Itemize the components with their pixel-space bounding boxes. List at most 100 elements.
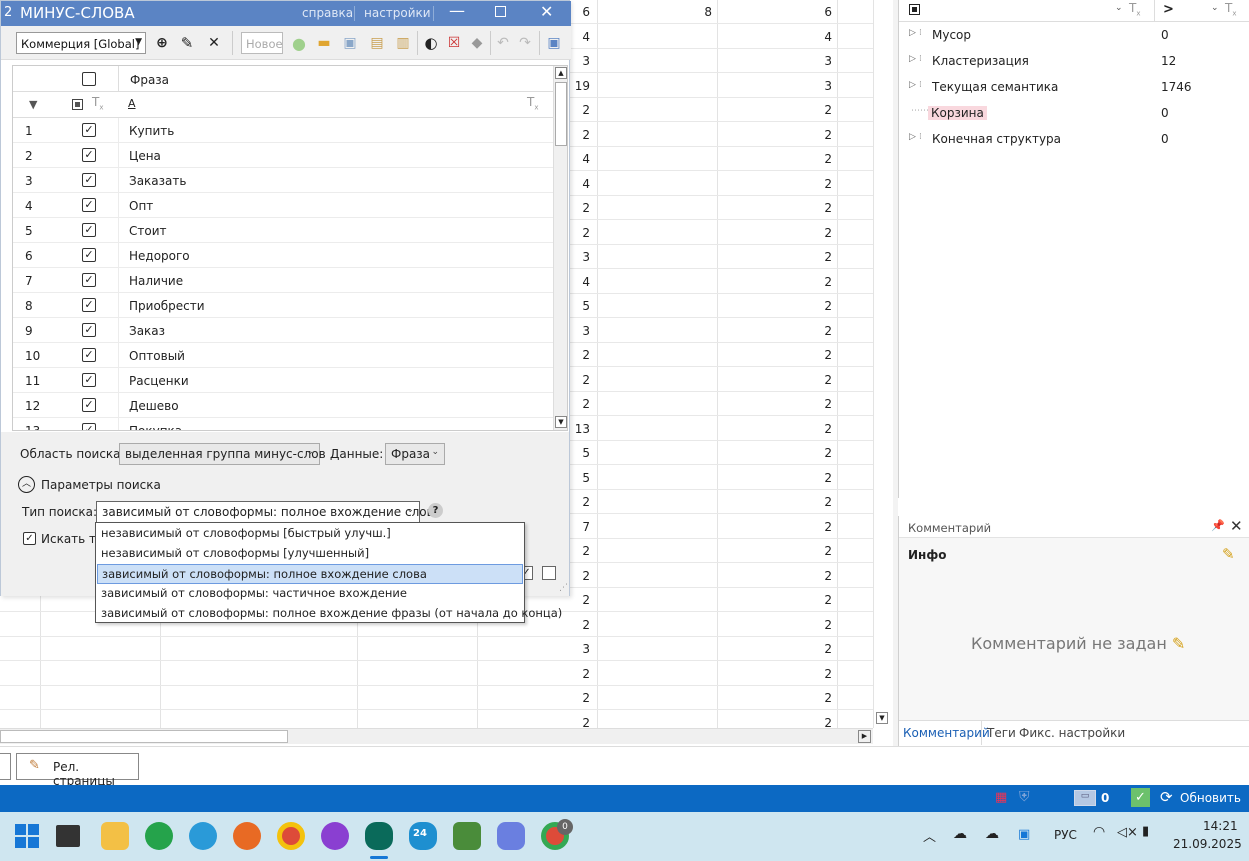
- dropdown-option[interactable]: независимый от словоформы [улучшенный]: [97, 544, 523, 564]
- list-item[interactable]: 13 ✓ Покупка: [13, 418, 553, 430]
- row-checkbox[interactable]: ✓: [82, 423, 96, 430]
- search-type-select[interactable]: зависимый от словоформы: полное вхождени…: [96, 501, 441, 523]
- save-icon[interactable]: ▣: [341, 34, 359, 52]
- grid-vscroll[interactable]: ▲ ▼: [553, 66, 567, 430]
- refresh-button[interactable]: Обновить: [1180, 791, 1241, 805]
- help-icon[interactable]: ?: [428, 503, 443, 518]
- main-table-vscroll[interactable]: ▼: [873, 0, 890, 728]
- row-checkbox[interactable]: ✓: [82, 373, 96, 387]
- resize-grip-icon[interactable]: ⋰: [559, 583, 568, 593]
- group-tree-item[interactable]: ▷ ⁞ Кластеризация 12: [899, 49, 1249, 75]
- text-filter-icon[interactable]: A: [128, 97, 136, 110]
- list-item[interactable]: 2 ✓ Цена: [13, 143, 553, 168]
- undo-icon[interactable]: ↶: [494, 34, 512, 52]
- settings-link[interactable]: настройки: [364, 6, 431, 20]
- clear-filter-icon[interactable]: Tx: [527, 95, 539, 111]
- tab-tags[interactable]: Теги: [987, 726, 1016, 740]
- check-icon[interactable]: ✓: [1131, 788, 1150, 807]
- preset-select[interactable]: Коммерция [Global] ▼: [16, 32, 146, 54]
- battery-icon[interactable]: ▮: [1142, 824, 1149, 839]
- search-area-select[interactable]: выделенная группа минус-слов ⌄: [119, 443, 326, 465]
- expand-arrow-icon[interactable]: ▷: [909, 80, 916, 90]
- list-item[interactable]: 5 ✓ Стоит: [13, 218, 553, 243]
- row-checkbox[interactable]: ✓: [82, 348, 96, 362]
- table-row[interactable]: 22: [0, 686, 873, 710]
- params-label[interactable]: Параметры поиска: [41, 478, 161, 492]
- header-checkbox[interactable]: [82, 72, 96, 86]
- dropdown-option[interactable]: зависимый от словоформы: частичное вхожд…: [97, 584, 523, 604]
- clear-filter-icon[interactable]: Tx: [1129, 1, 1141, 17]
- chrome-icon[interactable]: [277, 822, 305, 850]
- edit-icon[interactable]: ✎: [178, 34, 196, 52]
- filter-operator[interactable]: >: [1163, 2, 1174, 17]
- edit-comment-icon[interactable]: ✎: [1222, 545, 1235, 563]
- clear-filter-icon[interactable]: Tx: [1225, 1, 1237, 17]
- delete-icon[interactable]: ✕: [205, 34, 223, 52]
- chevron-down-icon[interactable]: ⌄: [1211, 3, 1219, 13]
- row-checkbox[interactable]: ✓: [82, 123, 96, 137]
- list-item[interactable]: 9 ✓ Заказ: [13, 318, 553, 343]
- tab-comment[interactable]: Комментарий: [899, 721, 990, 745]
- tab-rel-pages[interactable]: ✎ Рел. страницы: [16, 753, 139, 788]
- group-tree-item[interactable]: ⋯⋯ Корзина 0: [899, 101, 1249, 127]
- row-checkbox[interactable]: ✓: [82, 198, 96, 212]
- pin-icon[interactable]: 📌: [1211, 519, 1225, 532]
- option-checkbox-2[interactable]: [542, 566, 556, 580]
- windows-start-icon[interactable]: [15, 824, 39, 848]
- row-checkbox[interactable]: ✓: [82, 173, 96, 187]
- volume-icon[interactable]: ◁×: [1117, 825, 1138, 840]
- chevron-down-icon[interactable]: ⌄: [1115, 3, 1123, 13]
- list-item[interactable]: 3 ✓ Заказать: [13, 168, 553, 193]
- cloud-sync-icon[interactable]: ☁: [985, 826, 999, 842]
- image-icon[interactable]: ▭: [1074, 790, 1096, 806]
- panel-toggle-icon[interactable]: ▣: [545, 34, 563, 52]
- folder-open-icon[interactable]: ▬: [315, 34, 333, 52]
- add-circle-icon[interactable]: ⊕: [153, 34, 171, 52]
- trash-icon[interactable]: ▦: [995, 790, 1007, 805]
- list-item[interactable]: 1 ✓ Купить: [13, 118, 553, 143]
- shield-icon[interactable]: ⛨: [1019, 789, 1030, 805]
- group-tree-item[interactable]: ▷ ⁞ Текущая семантика 1746: [899, 75, 1249, 101]
- paste-icon[interactable]: ▤: [368, 34, 386, 52]
- row-checkbox[interactable]: ✓: [82, 323, 96, 337]
- group-tree-item[interactable]: ▷ ⁞ Конечная структура 0: [899, 127, 1249, 153]
- row-checkbox[interactable]: ✓: [82, 223, 96, 237]
- onedrive-icon[interactable]: ☁: [953, 826, 967, 842]
- help-link[interactable]: справка: [302, 6, 353, 20]
- add-green-icon[interactable]: ●: [290, 34, 308, 53]
- dropdown-option[interactable]: зависимый от словоформы: полное вхождени…: [97, 604, 562, 624]
- wifi-icon[interactable]: ◠: [1093, 824, 1105, 840]
- group-tree-item[interactable]: ▷ ⁞ Мусор 0: [899, 23, 1249, 49]
- list-item[interactable]: 11 ✓ Расценки: [13, 368, 553, 393]
- list-item[interactable]: 12 ✓ Дешево: [13, 393, 553, 418]
- main-table-hscroll[interactable]: ▶: [0, 728, 873, 744]
- list-item[interactable]: 6 ✓ Недорого: [13, 243, 553, 268]
- table-row[interactable]: 32: [0, 637, 873, 661]
- clock-time[interactable]: 14:21: [1203, 819, 1238, 833]
- filter-icon[interactable]: ▼: [29, 98, 37, 111]
- expand-arrow-icon[interactable]: ▷: [909, 28, 916, 38]
- language-indicator[interactable]: РУС: [1054, 828, 1077, 842]
- expand-arrow-icon[interactable]: ▷: [909, 54, 916, 64]
- refresh-icon[interactable]: ⟳: [1160, 788, 1173, 806]
- row-checkbox[interactable]: ✓: [82, 148, 96, 162]
- copilot-icon[interactable]: [497, 822, 525, 850]
- contrast-icon[interactable]: ◐: [422, 34, 440, 52]
- search-only-checkbox[interactable]: ✓: [23, 532, 36, 545]
- row-checkbox[interactable]: ✓: [82, 398, 96, 412]
- close-icon[interactable]: ✕: [540, 2, 553, 21]
- maximize-icon[interactable]: [495, 6, 506, 17]
- row-checkbox[interactable]: ✓: [82, 298, 96, 312]
- chart-app-icon[interactable]: [453, 822, 481, 850]
- row-checkbox[interactable]: ✓: [82, 273, 96, 287]
- expand-arrow-icon[interactable]: ▷: [909, 132, 916, 142]
- column-header-phrase[interactable]: Фраза: [130, 73, 169, 87]
- cloud24-icon[interactable]: 24: [409, 822, 437, 850]
- tray-chevron-icon[interactable]: ︿: [923, 826, 936, 845]
- clear-filter-icon[interactable]: Tx: [92, 95, 104, 111]
- dialog-titlebar[interactable]: 2 МИНУС-СЛОВА справка настройки — ✕: [1, 1, 571, 26]
- eraser-icon[interactable]: ◆: [468, 34, 486, 52]
- whatsapp-icon[interactable]: [145, 822, 173, 850]
- select-all-checkbox[interactable]: [909, 4, 920, 15]
- uncheck-all-icon[interactable]: ☒: [445, 34, 463, 52]
